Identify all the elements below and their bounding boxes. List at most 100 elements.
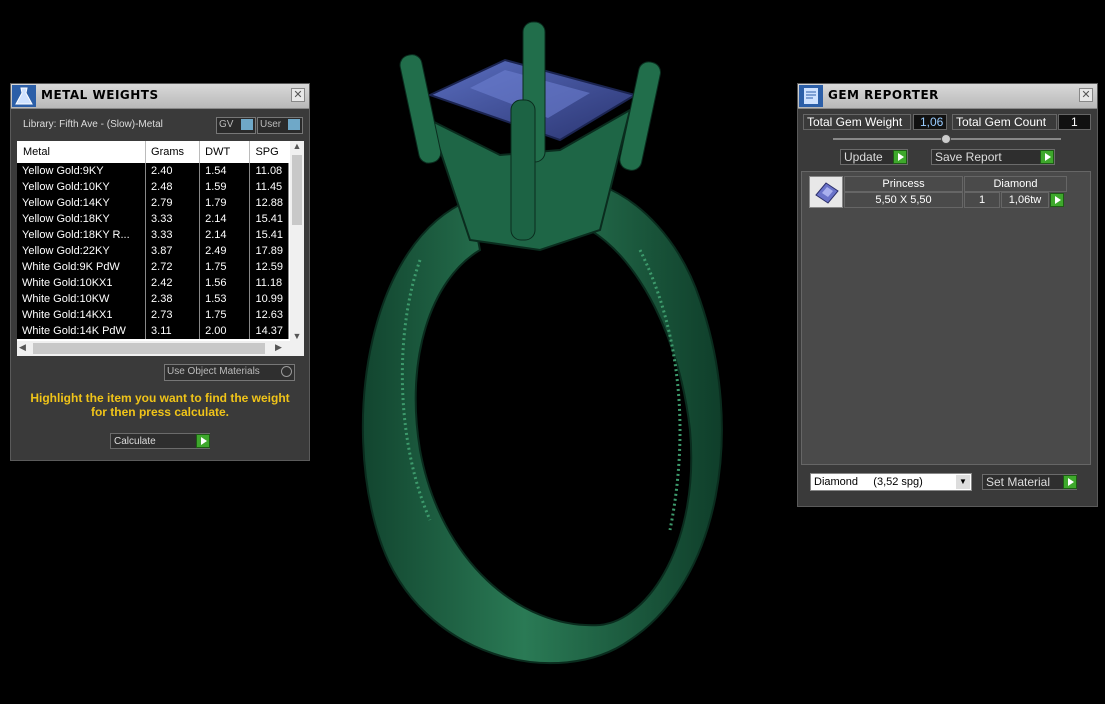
metal-weights-panel: METAL WEIGHTS ✕ Library: Fifth Ave - (Sl…: [10, 83, 310, 461]
prong: [399, 54, 442, 164]
grams-cell: 3.87: [145, 243, 201, 259]
user-label: User: [260, 119, 282, 130]
gem-count: 1: [964, 192, 1000, 208]
scroll-right-icon[interactable]: ▶: [275, 342, 282, 353]
metal-cell: Yellow Gold:14KY: [17, 195, 147, 211]
dwt-cell: 2.14: [199, 211, 251, 227]
report-icon: [799, 85, 823, 107]
table-row[interactable]: Yellow Gold:22KY 3.87 2.49 17.89: [17, 243, 289, 259]
vertical-scrollbar[interactable]: ▲ ▼: [290, 141, 304, 341]
close-icon[interactable]: ✕: [1079, 88, 1093, 102]
metal-cell: White Gold:14K PdW: [17, 323, 147, 339]
metal-cell: White Gold:10KX1: [17, 275, 147, 291]
gv-toggle[interactable]: GV: [216, 117, 256, 134]
grams-cell: 2.38: [145, 291, 201, 307]
set-material-arrow-icon[interactable]: [1063, 475, 1077, 489]
gem-list-item[interactable]: Princess Diamond 5,50 X 5,50 1 1,06tw: [809, 176, 1067, 208]
dwt-cell: 1.79: [199, 195, 251, 211]
metal-cell: White Gold:10KW: [17, 291, 147, 307]
use-object-materials-toggle[interactable]: Use Object Materials: [164, 364, 295, 381]
table-row[interactable]: Yellow Gold:18KY 3.33 2.14 15.41: [17, 211, 289, 227]
material-select[interactable]: Diamond (3,52 spg) ▼: [810, 473, 972, 491]
col-spg[interactable]: SPG: [250, 141, 289, 163]
table-row[interactable]: Yellow Gold:9KY 2.40 1.54 11.08: [17, 163, 289, 179]
col-dwt[interactable]: DWT: [199, 141, 251, 163]
col-metal[interactable]: Metal: [17, 141, 147, 163]
grams-cell: 2.42: [145, 275, 201, 291]
total-gem-count-value: 1: [1058, 114, 1091, 130]
spg-cell: 15.41: [249, 211, 289, 227]
dwt-cell: 1.59: [199, 179, 251, 195]
slider-handle[interactable]: [941, 134, 951, 144]
total-gem-weight-label: Total Gem Weight: [803, 114, 911, 130]
table-row[interactable]: White Gold:10KX1 2.42 1.56 11.18: [17, 275, 289, 291]
grams-cell: 2.73: [145, 307, 201, 323]
calculate-label: Calculate: [114, 436, 156, 447]
table-row[interactable]: White Gold:14K PdW 3.11 2.00 14.37: [17, 323, 289, 339]
metal-weights-title: METAL WEIGHTS: [41, 88, 159, 102]
grams-cell: 2.72: [145, 259, 201, 275]
metal-cell: Yellow Gold:18KY R...: [17, 227, 147, 243]
grams-cell: 2.40: [145, 163, 201, 179]
material-select-value: Diamond (3,52 spg): [814, 476, 923, 488]
metal-table: Metal Grams DWT SPG Yellow Gold:9KY 2.40 1…: [17, 141, 289, 339]
use-object-materials-indicator: [281, 366, 292, 377]
metal-cell: Yellow Gold:10KY: [17, 179, 147, 195]
total-gem-count-label: Total Gem Count: [952, 114, 1057, 130]
save-report-button[interactable]: Save Report: [931, 149, 1055, 165]
spg-cell: 14.37: [249, 323, 289, 339]
metal-cell: White Gold:9K PdW: [17, 259, 147, 275]
spg-cell: 17.89: [249, 243, 289, 259]
calculate-arrow-icon[interactable]: [196, 434, 210, 448]
table-row[interactable]: Yellow Gold:14KY 2.79 1.79 12.88: [17, 195, 289, 211]
gem-detail-arrow-icon[interactable]: [1050, 193, 1064, 207]
princess-cut-icon: [809, 176, 843, 208]
gem-reporter-titlebar[interactable]: GEM REPORTER ✕: [798, 84, 1097, 109]
ring-band: [361, 183, 723, 665]
table-row[interactable]: White Gold:10KW 2.38 1.53 10.99: [17, 291, 289, 307]
gem-reporter-panel: GEM REPORTER ✕ Total Gem Weight 1,06 Tot…: [797, 83, 1098, 507]
spg-cell: 10.99: [249, 291, 289, 307]
gem-reporter-title: GEM REPORTER: [828, 88, 939, 102]
spg-cell: 11.45: [249, 179, 289, 195]
scroll-h-thumb[interactable]: [33, 343, 265, 354]
close-icon[interactable]: ✕: [291, 88, 305, 102]
grams-cell: 3.33: [145, 227, 201, 243]
spg-cell: 11.18: [249, 275, 289, 291]
dwt-cell: 1.75: [199, 307, 251, 323]
save-report-label: Save Report: [935, 150, 1002, 164]
scroll-left-icon[interactable]: ◀: [19, 342, 26, 353]
horizontal-scrollbar[interactable]: ◀ ▶: [17, 341, 304, 356]
dwt-cell: 1.54: [199, 163, 251, 179]
dwt-cell: 1.75: [199, 259, 251, 275]
dropdown-arrow-icon[interactable]: ▼: [956, 475, 970, 489]
table-row[interactable]: Yellow Gold:18KY R... 3.33 2.14 15.41: [17, 227, 289, 243]
scroll-down-icon[interactable]: ▼: [290, 331, 304, 341]
grams-cell: 2.79: [145, 195, 201, 211]
user-toggle[interactable]: User: [257, 117, 303, 134]
dwt-cell: 2.14: [199, 227, 251, 243]
set-material-label: Set Material: [986, 475, 1051, 489]
scroll-thumb[interactable]: [292, 155, 302, 225]
col-grams[interactable]: Grams: [145, 141, 201, 163]
metal-cell: Yellow Gold:9KY: [17, 163, 147, 179]
grams-cell: 3.33: [145, 211, 201, 227]
save-report-arrow-icon[interactable]: [1040, 150, 1054, 164]
metal-weights-titlebar[interactable]: METAL WEIGHTS ✕: [11, 84, 309, 109]
total-gem-weight-value: 1,06: [913, 114, 947, 130]
spg-cell: 12.63: [249, 307, 289, 323]
gv-indicator: [241, 119, 253, 130]
calculate-button[interactable]: Calculate: [110, 433, 210, 449]
scroll-up-icon[interactable]: ▲: [290, 141, 304, 155]
update-label: Update: [844, 150, 883, 164]
dwt-cell: 1.53: [199, 291, 251, 307]
update-arrow-icon[interactable]: [893, 150, 907, 164]
dwt-cell: 1.56: [199, 275, 251, 291]
table-row[interactable]: White Gold:14KX1 2.73 1.75 12.63: [17, 307, 289, 323]
table-row[interactable]: Yellow Gold:10KY 2.48 1.59 11.45: [17, 179, 289, 195]
gem-shape: Princess: [844, 176, 963, 192]
table-row[interactable]: White Gold:9K PdW 2.72 1.75 12.59: [17, 259, 289, 275]
gem-weight: 1,06tw: [1001, 192, 1049, 208]
spg-cell: 15.41: [249, 227, 289, 243]
metal-cell: White Gold:14KX1: [17, 307, 147, 323]
